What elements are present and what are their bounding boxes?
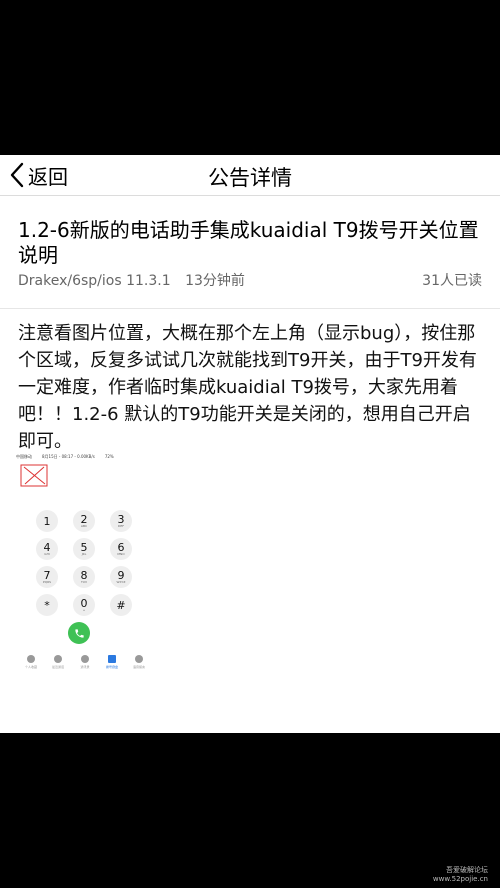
tab-label: 拨号键盘 (105, 665, 118, 669)
hand-drawn-x-mark-icon (20, 464, 48, 487)
contacts-icon (81, 655, 89, 663)
key-5[interactable]: 5 JKL (73, 538, 95, 560)
dial-keypad: 1 2 ABC 3 DEF 4 GHI 5 JKL 6 MNO 7 PQRS 8 TUV 9 WXYZ * 0 + # (36, 510, 132, 622)
key-2[interactable]: 2 ABC (73, 510, 95, 532)
key-star[interactable]: * (36, 594, 58, 616)
key-letters: DEF (118, 524, 124, 528)
key-letters: PQRS (42, 580, 52, 584)
tab-bar: 个人收藏 最近通话 通讯录 拨号键盘 语音留言 (20, 655, 150, 669)
key-letters: + (82, 608, 86, 612)
status-bar: 中国移动 8月15日 - 08:17 - 0.00KB/s 72% (16, 454, 166, 462)
tab-3[interactable]: 拨号键盘 (101, 655, 123, 669)
embedded-screenshot: 中国移动 8月15日 - 08:17 - 0.00KB/s 72% 1 2 ABC 3… (16, 452, 166, 682)
post-body: 注意看图片位置，大概在那个左上角（显示bug），按住那个区域，反复多试试几次就能… (18, 323, 477, 452)
voicemail-icon (135, 655, 143, 663)
key-1[interactable]: 1 (36, 510, 58, 532)
tab-2[interactable]: 通讯录 (74, 655, 96, 669)
keypad-icon (108, 655, 116, 663)
tab-label: 最近通话 (51, 665, 64, 669)
tab-0[interactable]: 个人收藏 (20, 655, 42, 669)
key-7[interactable]: 7 PQRS (36, 566, 58, 588)
status-carrier: 中国移动 (16, 454, 32, 459)
key-letters: JKL (81, 552, 87, 556)
phone-icon (74, 628, 84, 638)
post-meta: Drakex/6sp/ios 11.3.1 13分钟前 (18, 270, 255, 290)
read-count: 31人已读 (422, 273, 482, 289)
key-hash[interactable]: # (110, 594, 132, 616)
keypad-row: 4 GHI 5 JKL 6 MNO (36, 538, 132, 560)
author-device: Drakex/6sp/ios 11.3.1 (18, 273, 171, 289)
app-screen: 返回 公告详情 1.2-6新版的电话助手集成kuaidial T9拨号开关位置说… (0, 155, 500, 733)
key-0[interactable]: 0 + (73, 594, 95, 616)
key-8[interactable]: 8 TUV (73, 566, 95, 588)
tab-label: 语音留言 (132, 665, 145, 669)
key-letters: ABC (80, 524, 88, 528)
key-4[interactable]: 4 GHI (36, 538, 58, 560)
key-letters: WXYZ (116, 580, 126, 584)
key-letters: GHI (44, 552, 50, 556)
divider (0, 308, 500, 309)
clock-icon (54, 655, 62, 663)
key-digit: # (116, 598, 126, 612)
keypad-row: 7 PQRS 8 TUV 9 WXYZ (36, 566, 132, 588)
page-title: 公告详情 (208, 166, 292, 190)
key-letters: MNO (117, 552, 125, 556)
watermark-line2: www.52pojie.cn (432, 875, 488, 883)
post-time: 13分钟前 (185, 273, 245, 289)
tab-1[interactable]: 最近通话 (47, 655, 69, 669)
status-time: 8月15日 - 08:17 - 0.00KB/s (42, 454, 95, 459)
star-icon (27, 655, 35, 663)
keypad-row: 1 2 ABC 3 DEF (36, 510, 132, 532)
key-3[interactable]: 3 DEF (110, 510, 132, 532)
tab-label: 通讯录 (80, 665, 90, 669)
key-digit: 1 (43, 514, 51, 528)
tab-label: 个人收藏 (24, 665, 37, 669)
watermark-line1: 吾爱破解论坛 (446, 866, 488, 874)
keypad-row: * 0 + # (36, 594, 132, 616)
call-button[interactable] (68, 622, 90, 644)
watermark: 吾爱破解论坛 www.52pojie.cn (433, 866, 488, 884)
key-digit: * (44, 598, 50, 612)
key-6[interactable]: 6 MNO (110, 538, 132, 560)
key-letters: TUV (80, 580, 88, 584)
key-9[interactable]: 9 WXYZ (110, 566, 132, 588)
status-battery: 72% (104, 454, 114, 459)
tab-4[interactable]: 语音留言 (128, 655, 150, 669)
nav-bar: 返回 公告详情 (0, 155, 500, 196)
post-title: 1.2-6新版的电话助手集成kuaidial T9拨号开关位置说明 (18, 218, 479, 267)
